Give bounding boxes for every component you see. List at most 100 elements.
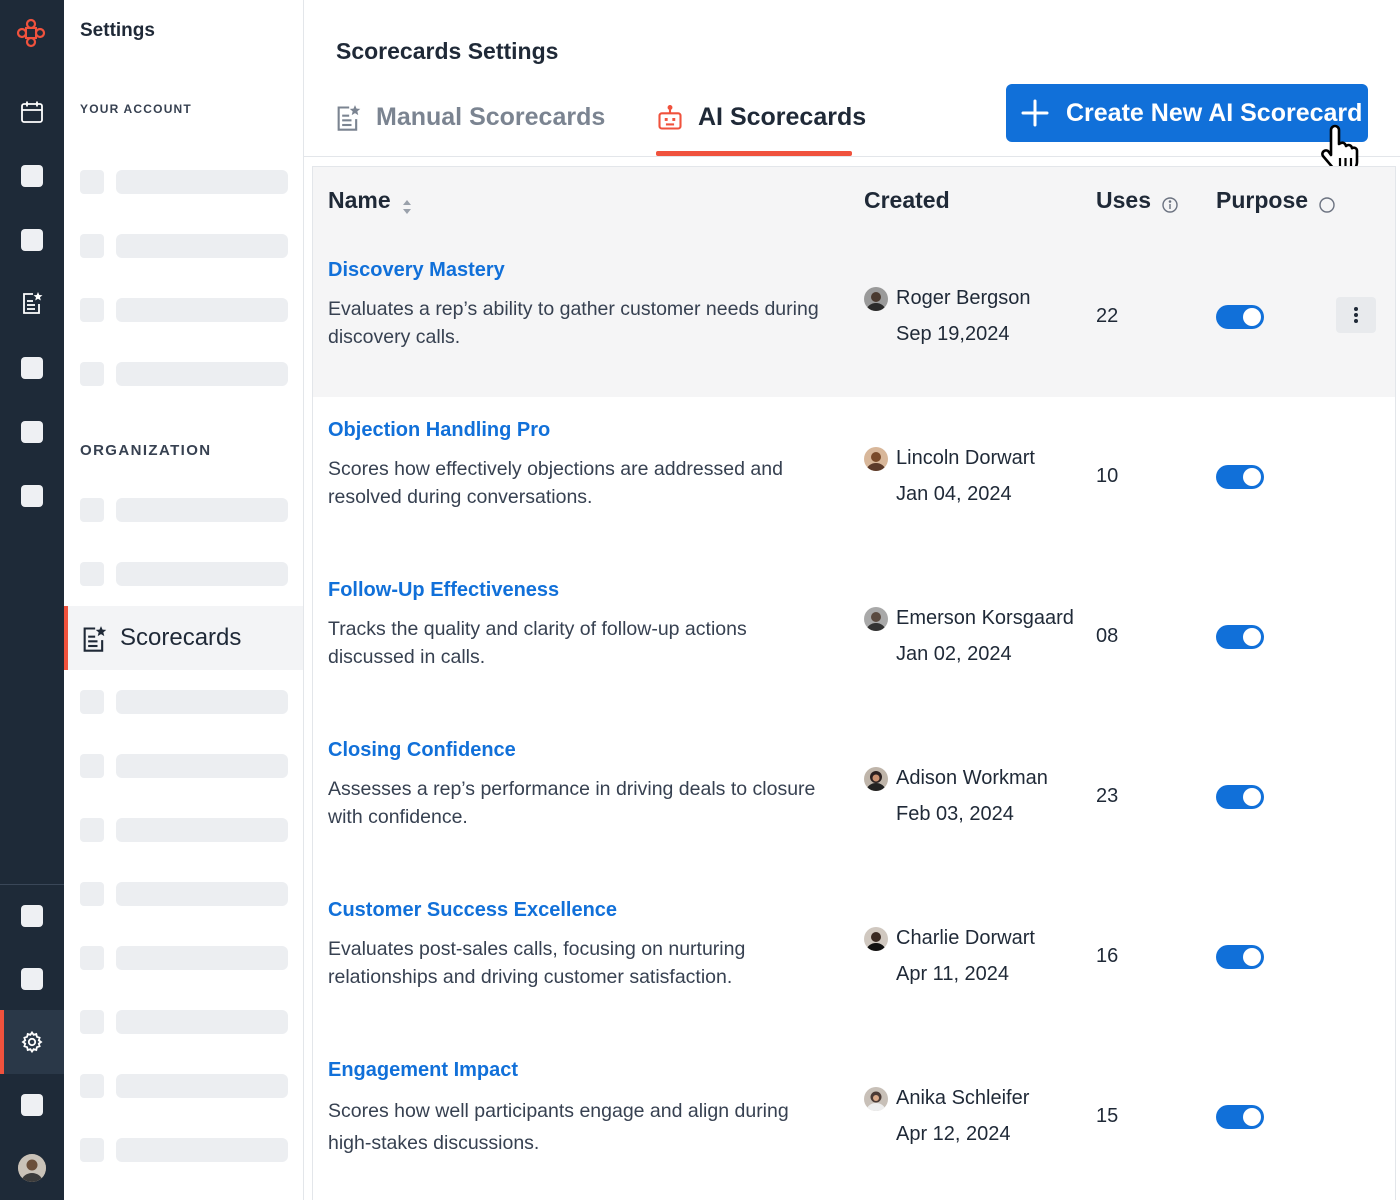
tab-label: Manual Scorecards xyxy=(376,103,606,131)
sort-icon[interactable] xyxy=(401,194,413,214)
rail-item-placeholder[interactable] xyxy=(21,485,43,507)
settings-sidebar: Settings YOUR ACCOUNT ORGANIZATION Score… xyxy=(64,0,304,1200)
rail-divider xyxy=(0,884,64,885)
scorecard-star-icon xyxy=(334,104,362,132)
info-icon[interactable] xyxy=(1161,193,1179,213)
table-row[interactable]: Customer Success Excellence Evaluates po… xyxy=(313,877,1395,1037)
purpose-toggle[interactable] xyxy=(1216,1105,1264,1129)
created-date: Sep 19,2024 xyxy=(896,323,1010,345)
rail-item-placeholder[interactable] xyxy=(21,421,43,443)
uses-count: 16 xyxy=(1096,945,1119,967)
sidebar-item-scorecards[interactable]: Scorecards xyxy=(64,606,303,670)
purpose-toggle[interactable] xyxy=(1216,465,1264,489)
more-vertical-icon[interactable] xyxy=(1336,297,1376,333)
uses-count: 23 xyxy=(1096,785,1119,807)
rail-item-placeholder[interactable] xyxy=(21,357,43,379)
sidebar-item-placeholder[interactable] xyxy=(80,1138,290,1162)
rail-item-placeholder[interactable] xyxy=(21,1094,43,1116)
rail-item-placeholder[interactable] xyxy=(21,165,43,187)
sidebar-item-label: Scorecards xyxy=(120,624,242,651)
created-date: Jan 04, 2024 xyxy=(896,483,1012,505)
robot-icon xyxy=(656,104,684,132)
scorecard-name-link[interactable]: Discovery Mastery xyxy=(328,259,505,282)
tab-ai-scorecards[interactable]: AI Scorecards xyxy=(656,100,866,156)
creator-avatar xyxy=(864,607,888,631)
table-row[interactable]: Discovery Mastery Evaluates a rep’s abil… xyxy=(313,237,1395,397)
user-avatar[interactable] xyxy=(18,1154,46,1182)
column-label: Purpose xyxy=(1216,187,1309,213)
purpose-toggle[interactable] xyxy=(1216,945,1264,969)
section-organization: ORGANIZATION xyxy=(80,442,212,459)
scorecard-name-link[interactable]: Closing Confidence xyxy=(328,739,516,762)
sidebar-item-placeholder[interactable] xyxy=(80,298,290,322)
scorecard-description: Scores how effectively objections are ad… xyxy=(328,458,783,508)
uses-count: 10 xyxy=(1096,465,1119,487)
plus-icon xyxy=(1020,98,1050,128)
creator-avatar xyxy=(864,287,888,311)
column-label: Name xyxy=(328,187,391,213)
scorecard-name-link[interactable]: Engagement Impact xyxy=(328,1059,518,1082)
sidebar-item-placeholder[interactable] xyxy=(80,170,290,194)
scorecard-name-link[interactable]: Customer Success Excellence xyxy=(328,899,617,922)
creator-avatar xyxy=(864,447,888,471)
creator-avatar xyxy=(864,1087,888,1111)
created-date: Apr 11, 2024 xyxy=(896,963,1010,985)
scorecard-star-icon[interactable] xyxy=(20,291,44,315)
sidebar-item-placeholder[interactable] xyxy=(80,498,290,522)
creator-name: Emerson Korsgaard xyxy=(896,607,1074,629)
info-icon[interactable] xyxy=(1318,193,1336,213)
calendar-icon[interactable] xyxy=(20,100,44,124)
sidebar-item-placeholder[interactable] xyxy=(80,1010,290,1034)
table-header: Name Created Uses Purpose xyxy=(313,167,1395,237)
tab-manual-scorecards[interactable]: Manual Scorecards xyxy=(334,100,605,156)
sidebar-item-placeholder[interactable] xyxy=(80,234,290,258)
active-indicator xyxy=(64,606,68,670)
column-header-uses: Uses xyxy=(1096,187,1179,214)
creator-avatar xyxy=(864,767,888,791)
creator-name: Adison Workman xyxy=(896,767,1048,789)
sidebar-item-placeholder[interactable] xyxy=(80,754,290,778)
column-header-name[interactable]: Name xyxy=(328,187,413,214)
column-header-created: Created xyxy=(864,187,950,213)
sidebar-item-placeholder[interactable] xyxy=(80,882,290,906)
sidebar-title: Settings xyxy=(80,20,155,41)
creator-name: Charlie Dorwart xyxy=(896,927,1035,949)
sidebar-item-placeholder[interactable] xyxy=(80,690,290,714)
app-rail xyxy=(0,0,64,1200)
table-row[interactable]: Engagement Impact Scores how well partic… xyxy=(313,1037,1395,1197)
rail-item-placeholder[interactable] xyxy=(21,229,43,251)
created-date: Apr 12, 2024 xyxy=(896,1123,1011,1145)
scorecard-name-link[interactable]: Objection Handling Pro xyxy=(328,419,550,442)
column-header-purpose: Purpose xyxy=(1216,187,1336,214)
creator-avatar xyxy=(864,927,888,951)
scorecard-description: Evaluates a rep’s ability to gather cust… xyxy=(328,298,819,348)
purpose-toggle[interactable] xyxy=(1216,785,1264,809)
create-ai-scorecard-button[interactable]: Create New AI Scorecard xyxy=(1006,84,1368,142)
rail-item-placeholder[interactable] xyxy=(21,905,43,927)
scorecard-description: Assesses a rep’s performance in driving … xyxy=(328,778,816,828)
purpose-toggle[interactable] xyxy=(1216,305,1264,329)
table-row[interactable]: Objection Handling Pro Scores how effect… xyxy=(313,397,1395,557)
main-content: Scorecards Settings Manual Scorecards AI… xyxy=(304,0,1400,1200)
purpose-toggle[interactable] xyxy=(1216,625,1264,649)
scorecard-star-icon xyxy=(80,625,108,653)
uses-count: 15 xyxy=(1096,1105,1119,1127)
brand-logo-icon[interactable] xyxy=(16,18,46,48)
gear-icon[interactable] xyxy=(20,1030,44,1054)
table-row[interactable]: Closing Confidence Assesses a rep’s perf… xyxy=(313,717,1395,877)
creator-name: Lincoln Dorwart xyxy=(896,447,1035,469)
sidebar-item-placeholder[interactable] xyxy=(80,946,290,970)
sidebar-item-placeholder[interactable] xyxy=(80,1074,290,1098)
rail-active-indicator xyxy=(0,1010,4,1074)
scorecard-name-link[interactable]: Follow-Up Effectiveness xyxy=(328,579,559,602)
table-row[interactable]: Follow-Up Effectiveness Tracks the quali… xyxy=(313,557,1395,717)
sidebar-item-placeholder[interactable] xyxy=(80,562,290,586)
sidebar-item-placeholder[interactable] xyxy=(80,818,290,842)
uses-count: 22 xyxy=(1096,305,1119,327)
scorecard-description: Scores how well participants engage and … xyxy=(328,1100,789,1154)
scorecards-table: Name Created Uses Purpose Discovery Mast… xyxy=(312,166,1396,1200)
sidebar-item-placeholder[interactable] xyxy=(80,362,290,386)
scorecard-description: Tracks the quality and clarity of follow… xyxy=(328,618,747,668)
rail-item-placeholder[interactable] xyxy=(21,968,43,990)
section-your-account: YOUR ACCOUNT xyxy=(80,102,192,116)
